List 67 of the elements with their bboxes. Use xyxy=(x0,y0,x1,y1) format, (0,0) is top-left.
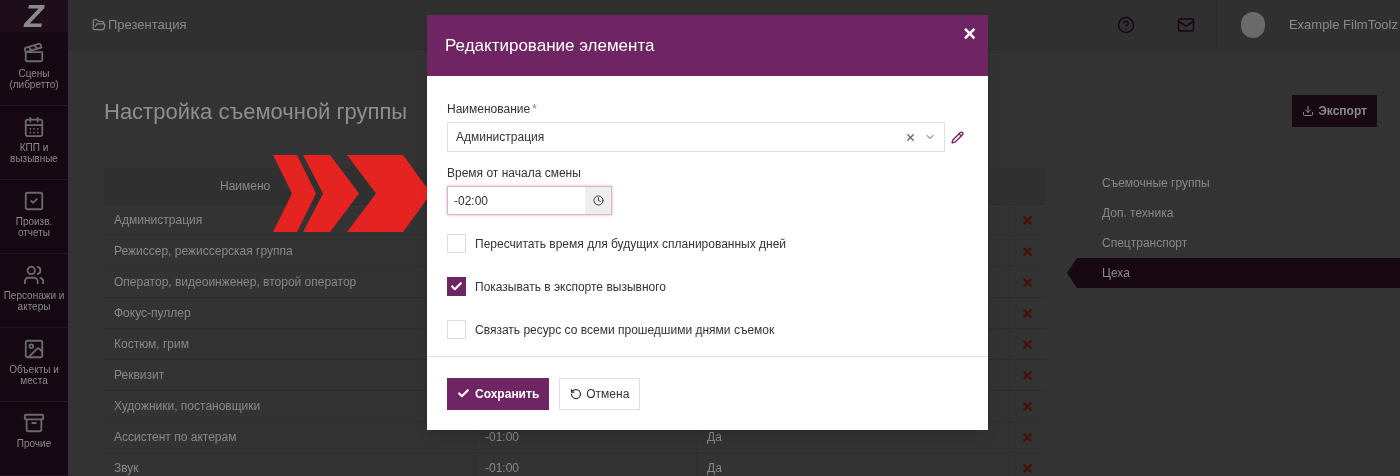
sidebar-item[interactable]: Объекты и места xyxy=(0,328,68,402)
folder-icon xyxy=(92,17,106,32)
help-icon[interactable] xyxy=(1117,15,1136,34)
delete-icon[interactable] xyxy=(1021,368,1034,382)
sidebar-item[interactable]: Персонажи и актеры xyxy=(0,254,68,328)
page-title: Настройка съемочной группы xyxy=(104,97,408,126)
export-button[interactable]: Экспорт xyxy=(1292,95,1377,127)
undo-icon xyxy=(570,387,583,400)
checkbox-icon xyxy=(23,190,45,212)
name-select[interactable]: Администрация xyxy=(447,122,945,152)
cancel-button[interactable]: Отмена xyxy=(559,377,641,410)
checkbox[interactable] xyxy=(447,320,466,339)
download-icon xyxy=(1302,105,1315,117)
table-cell-text: Реквизит xyxy=(114,367,165,384)
close-button[interactable]: × xyxy=(963,23,976,45)
table-cell-text: Ассистент по актерам xyxy=(114,429,237,446)
field-label: Время от начала смены xyxy=(447,165,582,182)
avatar[interactable] xyxy=(1240,11,1265,38)
column-header: Наимено xyxy=(220,178,271,195)
delete-icon[interactable] xyxy=(1021,337,1034,351)
sidebar-item[interactable]: КПП и вызывные xyxy=(0,106,68,180)
people-icon xyxy=(23,264,45,286)
side-menu-item[interactable]: Доп. техника xyxy=(1087,198,1400,228)
table-cell-text: Да xyxy=(707,460,722,476)
table-cell-text: -01:00 xyxy=(485,460,520,476)
side-menu-item[interactable]: Цеха xyxy=(1067,258,1400,288)
picture-icon xyxy=(23,338,45,360)
delete-icon[interactable] xyxy=(1021,275,1034,289)
side-menu-item[interactable]: Съемочные группы xyxy=(1087,168,1400,198)
delete-icon[interactable] xyxy=(1021,399,1034,413)
clapperboard-icon xyxy=(23,42,45,64)
save-button[interactable]: Сохранить xyxy=(447,377,550,410)
delete-icon[interactable] xyxy=(1021,430,1034,444)
field-label: Наименование xyxy=(447,101,531,118)
table-cell-text: Администрация xyxy=(114,212,203,229)
table-cell-text: -01:00 xyxy=(485,429,520,446)
user-name[interactable]: Example FilmToolz xyxy=(1288,14,1398,35)
checkbox[interactable] xyxy=(447,277,466,296)
delete-icon[interactable] xyxy=(1021,213,1034,227)
table-cell-text: Оператор, видеоинженер, второй оператор xyxy=(114,274,357,291)
delete-icon[interactable] xyxy=(1021,306,1034,320)
calendar-icon xyxy=(23,116,45,138)
side-menu-item[interactable]: Спецтранспорт xyxy=(1087,228,1400,258)
pencil-icon[interactable] xyxy=(951,130,964,144)
check-icon xyxy=(450,280,463,293)
table-cell-text: Да xyxy=(707,429,722,446)
archive-box-icon xyxy=(23,412,45,434)
required-mark: * xyxy=(532,101,537,118)
checkbox-label[interactable]: Пересчитать время для будущих спланированных дней xyxy=(475,234,787,253)
table-cell-text: Фокус-пуллер xyxy=(114,305,191,322)
checkbox[interactable] xyxy=(447,234,466,253)
sidebar-item[interactable]: Произв. отчеты xyxy=(0,180,68,254)
table-cell-text: Костюм, грим xyxy=(114,336,189,353)
delete-icon[interactable] xyxy=(1021,461,1034,475)
table-cell-text: Звук xyxy=(114,460,139,476)
dialog-title: Редактирование элемента xyxy=(445,34,655,57)
checkbox-label[interactable]: Показывать в экспорте вызывного xyxy=(475,277,666,296)
table-cell-text: Художники, постановщики xyxy=(114,398,261,415)
breadcrumb-link[interactable]: Презентация xyxy=(108,14,187,35)
mail-icon[interactable] xyxy=(1177,15,1196,34)
sidebar-item[interactable]: Сцены (либретто) xyxy=(0,32,68,106)
table-cell-text: Режиссер, режиссерская группа xyxy=(114,243,293,260)
delete-icon[interactable] xyxy=(1021,244,1034,258)
sidebar-item[interactable]: Прочие xyxy=(0,402,68,476)
clear-icon[interactable] xyxy=(905,131,916,143)
check-icon xyxy=(457,387,470,400)
checkbox-label[interactable]: Связать ресурс со всеми прошедшими днями съемок xyxy=(475,320,775,339)
